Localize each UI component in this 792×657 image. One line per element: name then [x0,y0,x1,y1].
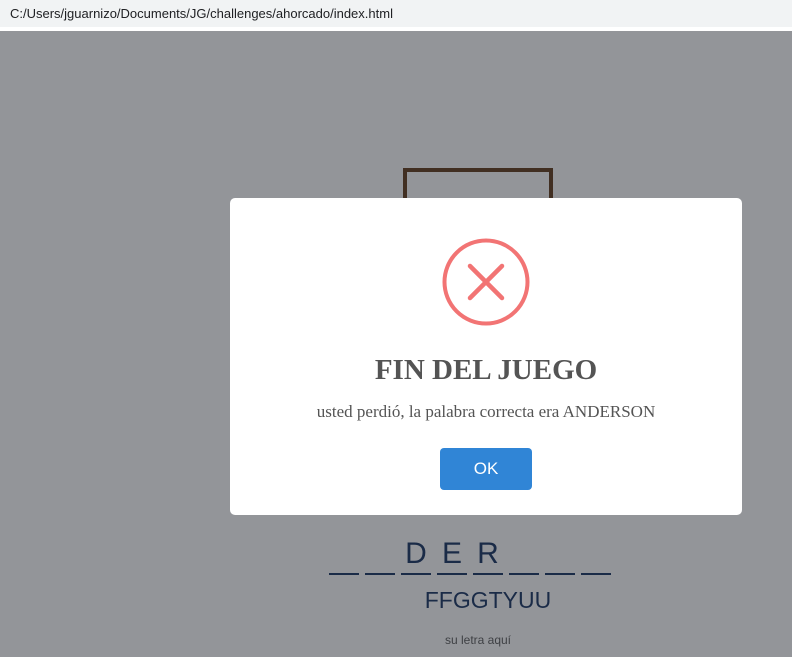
address-bar[interactable]: C:/Users/jguarnizo/Documents/JG/challeng… [0,0,792,29]
game-over-dialog: FIN DEL JUEGO usted perdió, la palabra c… [230,198,742,515]
dialog-message: usted perdió, la palabra correcta era AN… [316,402,656,421]
game-page: D E R FFGGTYUU su letra aquí FIN DEL JUE… [0,31,792,657]
address-url[interactable]: C:/Users/jguarnizo/Documents/JG/challeng… [10,6,393,21]
error-x-icon [442,238,530,326]
ok-button[interactable]: OK [440,448,532,490]
dialog-title: FIN DEL JUEGO [374,354,598,386]
